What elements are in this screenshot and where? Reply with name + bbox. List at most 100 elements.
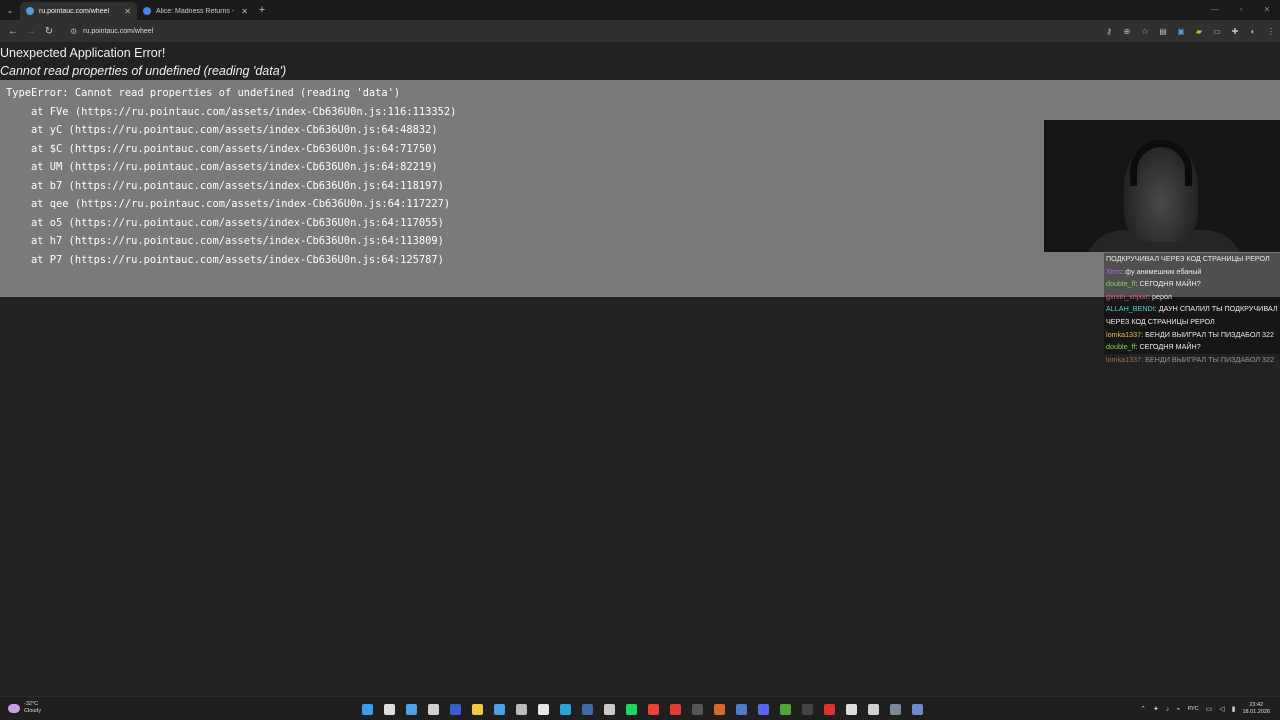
chat-username: double_ff — [1106, 279, 1136, 289]
tray-app-icon[interactable]: ✦ — [1153, 705, 1159, 713]
tab-pointauc[interactable]: ru.pointauc.com/wheel ✕ — [20, 2, 137, 20]
settings-icon[interactable] — [598, 700, 620, 718]
app-glyph — [691, 703, 703, 715]
app-glyph — [515, 703, 527, 715]
chat-text: фу анимешник ебаный — [1125, 266, 1202, 276]
app-icon-dark[interactable] — [796, 700, 818, 718]
app-glyph — [493, 703, 505, 715]
chat-username: ALLAH_BENDI — [1106, 304, 1155, 314]
calendar-icon[interactable] — [532, 700, 554, 718]
app-glyph — [405, 703, 417, 715]
tab-search-button[interactable]: ⌄ — [0, 0, 20, 20]
reload-icon[interactable]: ↻ — [40, 26, 58, 37]
tab-close-icon[interactable]: ✕ — [241, 7, 248, 16]
profile-avatar-icon[interactable]: ◐ — [1244, 27, 1262, 36]
weather-widget[interactable]: -32°C Cloudy — [8, 701, 41, 715]
tray-mic-icon[interactable]: ♪ — [1166, 706, 1170, 713]
password-key-icon[interactable]: ⚷ — [1100, 27, 1118, 36]
tab-strip: ⌄ ru.pointauc.com/wheel ✕ Alice: Madness… — [0, 0, 1280, 20]
network-icon[interactable]: ▭ — [1206, 705, 1213, 713]
app-glyph — [603, 703, 615, 715]
app-glyph — [713, 703, 725, 715]
webcam-overlay — [1044, 120, 1280, 252]
browser-menu-icon[interactable]: ⋮ — [1262, 27, 1280, 36]
bookmark-star-icon[interactable]: ☆ — [1136, 27, 1154, 36]
toolbar-actions: ⚷ ⊕ ☆ ▤ ▣ ▰ ▭ ✚ ◐ ⋮ — [1100, 20, 1280, 42]
clock-date: 18.01.2026 — [1242, 709, 1270, 715]
minecraft-icon[interactable] — [774, 700, 796, 718]
new-tab-button[interactable]: + — [254, 4, 270, 16]
app-glyph — [823, 703, 835, 715]
browser-toolbar: ← → ↻ ⚙ ru.pointauc.com/wheel ⚷ ⊕ ☆ ▤ ▣ … — [0, 20, 1280, 42]
close-window-icon[interactable]: ✕ — [1254, 0, 1280, 20]
powershell-icon[interactable] — [444, 700, 466, 718]
telegram-icon[interactable] — [554, 700, 576, 718]
chat-text: СЕГОДНЯ МАЙН? — [1139, 279, 1201, 289]
app-glyph — [471, 703, 483, 715]
weather-desc: Cloudy — [24, 708, 42, 714]
gear-app-icon[interactable] — [906, 700, 928, 718]
clock-time: 23:42 — [1249, 702, 1264, 708]
kick-icon[interactable] — [664, 700, 686, 718]
apps-icon[interactable] — [510, 700, 532, 718]
launcher-icon[interactable] — [708, 700, 730, 718]
volume-icon[interactable]: ◁ — [1219, 705, 1224, 713]
chat-username: gxrxin_xnjxxr — [1106, 291, 1148, 301]
address-url: ru.pointauc.com/wheel — [83, 27, 154, 35]
spotify-icon[interactable] — [620, 700, 642, 718]
battery-icon[interactable]: ▮ — [1232, 705, 1236, 713]
minimize-icon[interactable]: — — [1202, 0, 1228, 20]
tray-chevron-icon[interactable]: ⌃ — [1140, 705, 1146, 713]
stack-line: at FVe (https://ru.pointauc.com/assets/i… — [6, 105, 457, 118]
back-icon[interactable]: ← — [4, 26, 22, 37]
obs-icon[interactable] — [686, 700, 708, 718]
app-glyph — [669, 703, 681, 715]
clock[interactable]: 23:42 18.01.2026 — [1242, 702, 1270, 716]
tray-usb-icon[interactable]: ⌁ — [1176, 705, 1180, 713]
taskbar-apps — [356, 700, 928, 718]
site-info-icon[interactable]: ⚙ — [70, 27, 77, 36]
chat-message: Xtrrs: фу анимешник ебаный — [1104, 265, 1280, 279]
chat-text: СЕГОДНЯ МАЙН? — [1139, 342, 1201, 352]
app-glyph — [867, 703, 879, 715]
search-icon[interactable] — [378, 700, 400, 718]
app-glyph — [559, 703, 571, 715]
side-panel-icon[interactable]: ▭ — [1208, 27, 1226, 36]
zoom-icon[interactable]: ⊕ — [1118, 27, 1136, 36]
app-glyph — [845, 703, 857, 715]
terminal-icon[interactable] — [862, 700, 884, 718]
chat-message: lomka1337: БЕНДИ ВЫИГРАЛ ТЫ ПИЗДАБОЛ 322 — [1104, 328, 1280, 342]
stack-line: at o5 (https://ru.pointauc.com/assets/in… — [6, 216, 444, 229]
tools-icon[interactable] — [884, 700, 906, 718]
weather-temp: -32°C — [24, 701, 39, 707]
photos-icon[interactable] — [400, 700, 422, 718]
discord-icon[interactable] — [752, 700, 774, 718]
forward-icon[interactable]: → — [22, 26, 40, 37]
help-icon[interactable] — [422, 700, 444, 718]
store-icon[interactable] — [488, 700, 510, 718]
globe-icon[interactable] — [730, 700, 752, 718]
app-glyph — [735, 703, 747, 715]
stack-line: at UM (https://ru.pointauc.com/assets/in… — [6, 161, 438, 173]
tab-close-icon[interactable]: ✕ — [124, 7, 131, 16]
steam-icon[interactable] — [576, 700, 598, 718]
h-app-icon[interactable] — [840, 700, 862, 718]
maximize-icon[interactable]: ▫ — [1228, 0, 1254, 20]
extension-icon-2[interactable]: ▣ — [1172, 27, 1190, 36]
stack-line: at yC (https://ru.pointauc.com/assets/in… — [6, 124, 438, 136]
extension-icon-1[interactable]: ▤ — [1154, 27, 1172, 36]
extension-icon-3[interactable]: ▰ — [1190, 27, 1208, 36]
app-glyph — [361, 703, 373, 715]
file-explorer-icon[interactable] — [466, 700, 488, 718]
chat-message: gxrxin_xnjxxr: рерол — [1104, 290, 1280, 304]
chat-message: double_ff: СЕГОДНЯ МАЙН? — [1104, 341, 1280, 354]
chrome-icon[interactable] — [642, 700, 664, 718]
app-icon-red[interactable] — [818, 700, 840, 718]
language-indicator[interactable]: РУС — [1188, 706, 1199, 712]
tab-alice[interactable]: Alice: Madness Returns - Goog ✕ — [137, 2, 254, 20]
app-glyph — [625, 703, 637, 715]
address-bar[interactable]: ⚙ ru.pointauc.com/wheel — [64, 23, 1104, 39]
app-glyph — [449, 703, 461, 715]
extensions-puzzle-icon[interactable]: ✚ — [1226, 27, 1244, 36]
start-icon[interactable] — [356, 700, 378, 718]
